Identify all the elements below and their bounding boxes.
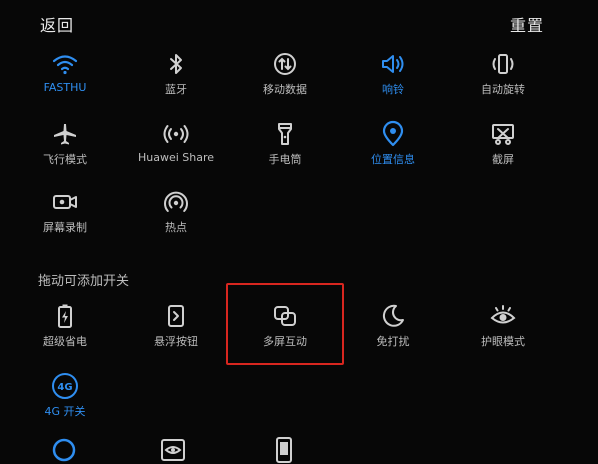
tile-wifi[interactable]: FASTHU: [6, 46, 124, 108]
eye-comfort-icon: [489, 302, 517, 330]
tile-label: 手电筒: [268, 153, 302, 166]
tile-label: 4G 开关: [44, 405, 86, 418]
tile-flashlight[interactable]: 手电筒: [226, 116, 344, 178]
tile-label: 截屏: [492, 153, 514, 166]
moon-icon: [379, 302, 407, 330]
back-button[interactable]: 返回: [40, 12, 74, 36]
screenshot-icon: [489, 120, 517, 148]
hotspot-icon: [162, 188, 190, 216]
tile-label: 位置信息: [371, 153, 415, 166]
tile-label: 悬浮按钮: [154, 335, 198, 348]
mobile-data-icon: [271, 50, 299, 78]
tile-ring[interactable]: 响铃: [334, 46, 452, 108]
tile-label: 屏幕录制: [43, 221, 87, 234]
tile-label: FASTHU: [43, 81, 87, 94]
tile-label: 超级省电: [43, 335, 87, 348]
tile-eye-comfort[interactable]: 护眼模式: [444, 298, 562, 360]
flashlight-icon: [271, 120, 299, 148]
available-section-label: 拖动可添加开关: [38, 274, 130, 289]
svg-text:4G: 4G: [57, 382, 72, 393]
tile-huawei-share[interactable]: Huawei Share: [117, 116, 235, 178]
airplane-icon: [51, 120, 79, 148]
tile-label: 移动数据: [263, 83, 307, 96]
phone-icon[interactable]: [270, 436, 298, 464]
location-icon: [379, 120, 407, 148]
tile-bluetooth[interactable]: 蓝牙: [117, 46, 235, 108]
tile-label: 响铃: [382, 83, 404, 96]
eye-box-icon[interactable]: [159, 436, 187, 464]
tile-location[interactable]: 位置信息: [334, 116, 452, 178]
screen-record-icon: [51, 188, 79, 216]
reset-button[interactable]: 重置: [510, 12, 544, 36]
floating-button-icon: [162, 302, 190, 330]
wifi-icon: [51, 50, 79, 78]
tile-auto-rotate[interactable]: 自动旋转: [444, 46, 562, 108]
circle-icon[interactable]: [50, 436, 78, 464]
auto-rotate-icon: [489, 50, 517, 78]
tile-label: 蓝牙: [165, 83, 187, 96]
tile-airplane[interactable]: 飞行模式: [6, 116, 124, 178]
tile-hotspot[interactable]: 热点: [117, 184, 235, 246]
top-bar: 返回 重置: [40, 12, 558, 36]
tile-label: 免打扰: [376, 335, 410, 348]
tile-mobile-data[interactable]: 移动数据: [226, 46, 344, 108]
tile-label: 自动旋转: [481, 83, 525, 96]
tile-4g[interactable]: 4G 4G 开关: [6, 368, 124, 430]
4g-icon: 4G: [51, 372, 79, 400]
tile-label: 飞行模式: [43, 153, 87, 166]
tile-do-not-disturb[interactable]: 免打扰: [334, 298, 452, 360]
tile-screenshot[interactable]: 截屏: [444, 116, 562, 178]
tile-label: 热点: [165, 221, 187, 234]
tile-label: Huawei Share: [137, 151, 215, 164]
battery-saver-icon: [51, 302, 79, 330]
tile-screen-record[interactable]: 屏幕录制: [6, 184, 124, 246]
huawei-share-icon: [162, 120, 190, 148]
highlight-box: [226, 283, 344, 365]
tile-floating-button[interactable]: 悬浮按钮: [117, 298, 235, 360]
tile-battery-saver[interactable]: 超级省电: [6, 298, 124, 360]
bluetooth-icon: [162, 50, 190, 78]
ring-icon: [379, 50, 407, 78]
tile-label: 护眼模式: [481, 335, 525, 348]
